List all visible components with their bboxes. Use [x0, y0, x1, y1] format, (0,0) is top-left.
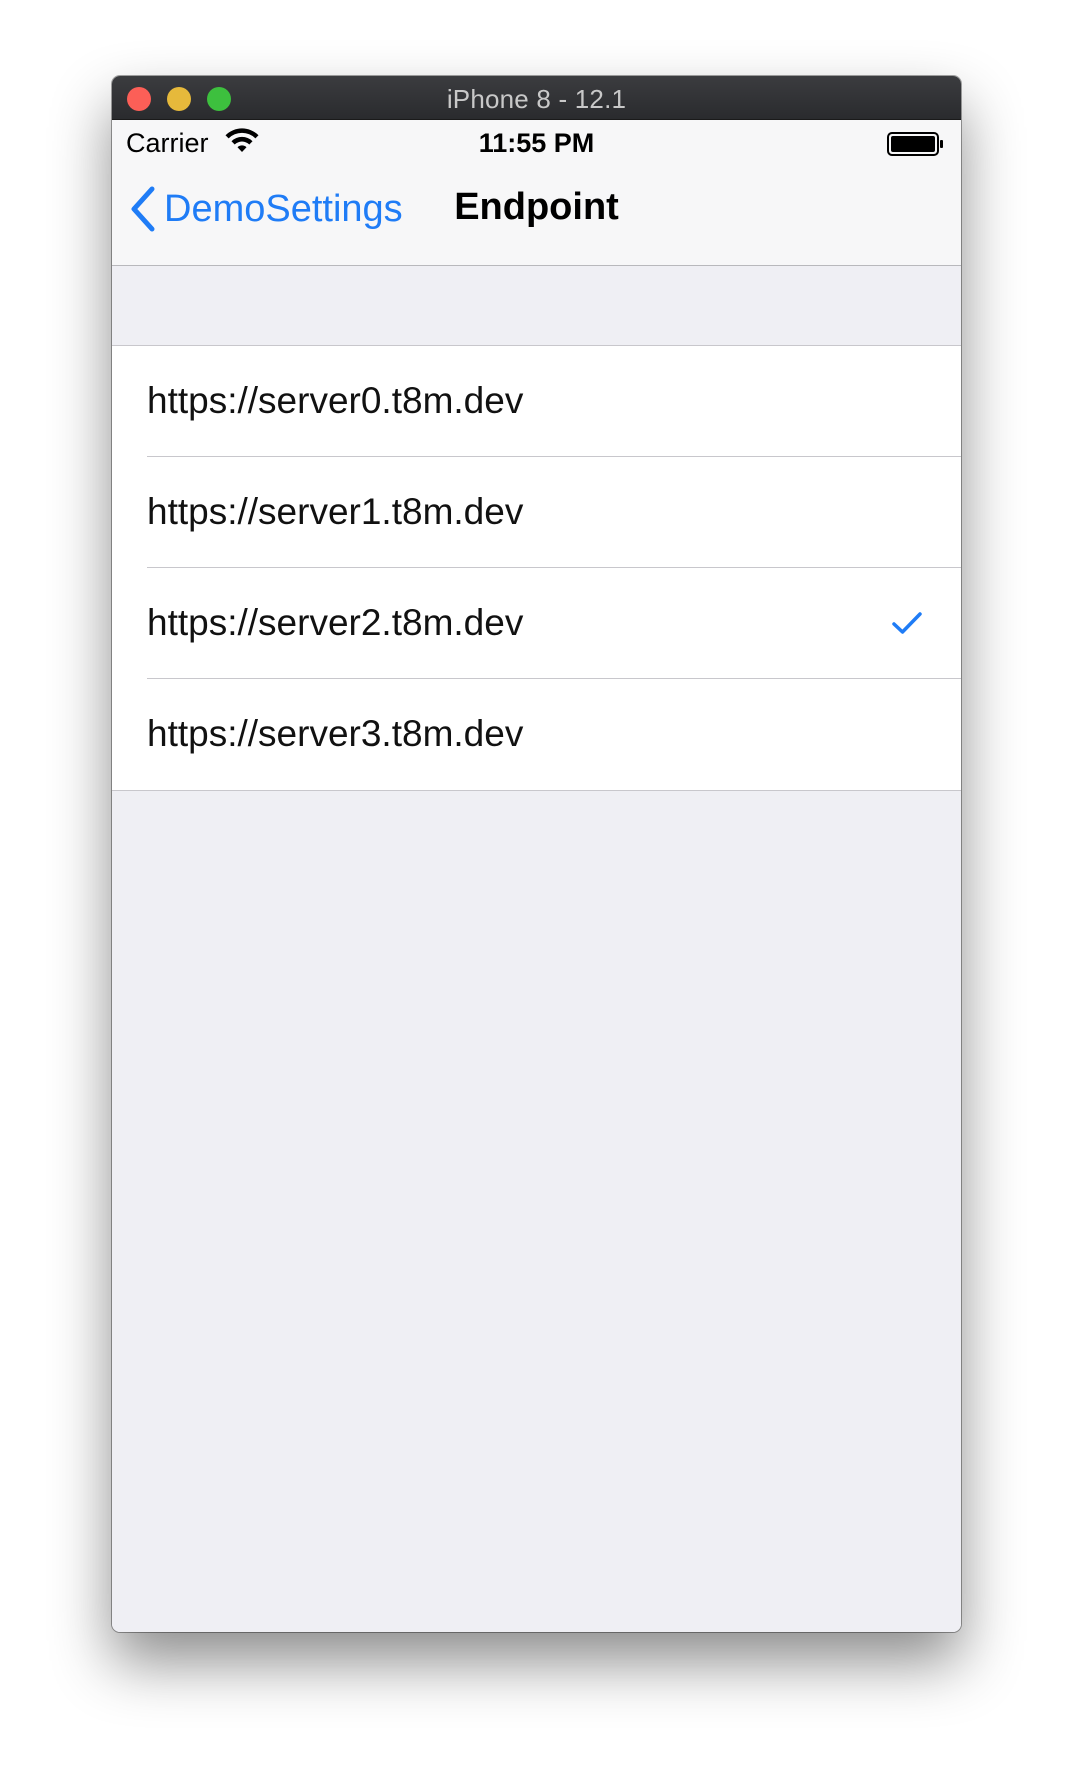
status-time: 11:55 PM [478, 128, 595, 158]
battery-full-icon [887, 132, 943, 156]
device-screen: Carrier 11:55 PM DemoSettings Endpoint h… [112, 120, 961, 1632]
endpoint-row-server1[interactable]: https://server1.t8m.dev [112, 457, 961, 568]
navigation-bar: Carrier 11:55 PM DemoSettings Endpoint [112, 120, 961, 266]
checkmark-icon [892, 612, 922, 634]
endpoint-label: https://server1.t8m.dev [147, 491, 524, 532]
endpoint-row-server3[interactable]: https://server3.t8m.dev [112, 679, 961, 790]
simulator-window: iPhone 8 - 12.1 Carrier 11:55 PM DemoSet… [112, 76, 961, 1632]
endpoint-label: https://server2.t8m.dev [147, 602, 524, 643]
endpoint-row-server0[interactable]: https://server0.t8m.dev [112, 346, 961, 457]
endpoint-label: https://server0.t8m.dev [147, 380, 524, 421]
status-bar: Carrier 11:55 PM [112, 120, 961, 164]
endpoint-row-server2[interactable]: https://server2.t8m.dev [112, 568, 961, 679]
window-titlebar: iPhone 8 - 12.1 [112, 76, 961, 120]
page-title: Endpoint [454, 186, 619, 228]
endpoint-label: https://server3.t8m.dev [147, 713, 524, 754]
endpoint-list: https://server0.t8m.dev https://server1.… [112, 345, 961, 791]
window-title: iPhone 8 - 12.1 [446, 84, 627, 114]
